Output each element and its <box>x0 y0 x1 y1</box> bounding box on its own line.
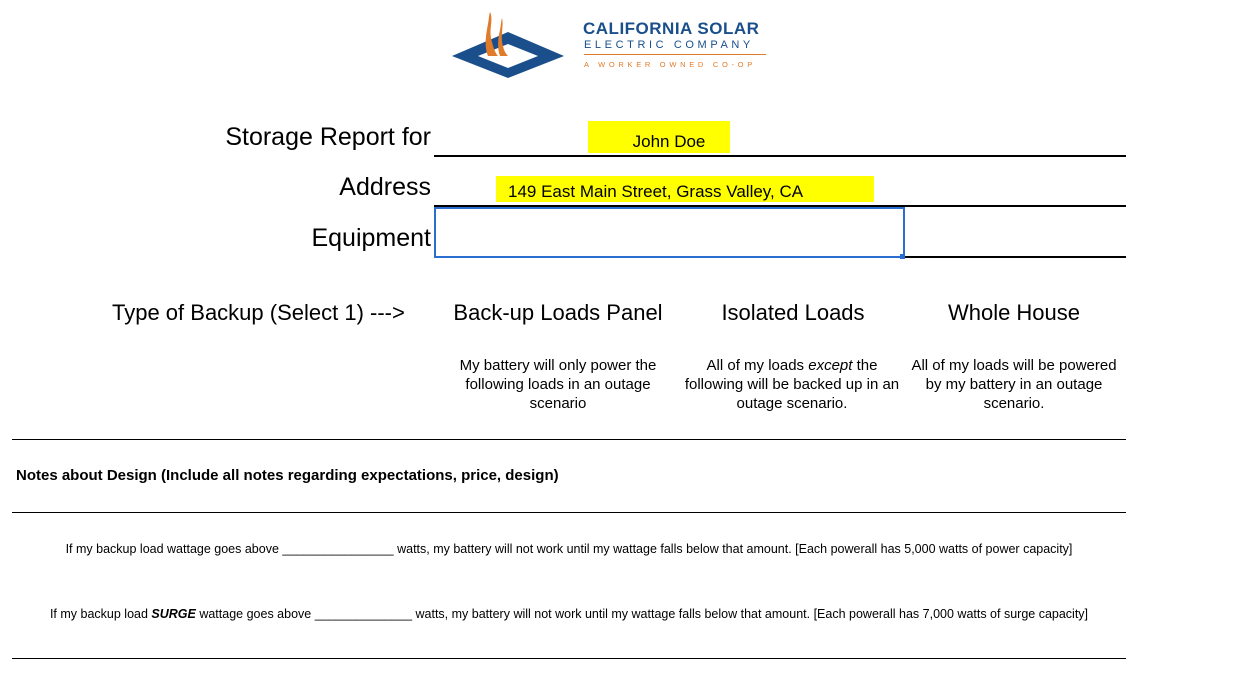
equipment-input-cell[interactable] <box>434 207 905 258</box>
equipment-line <box>905 256 1126 258</box>
option-backup-loads-panel[interactable]: Back-up Loads Panel <box>434 300 682 326</box>
address-value[interactable]: 149 East Main Street, Grass Valley, CA <box>508 182 803 202</box>
logo-tagline: A WORKER OWNED CO-OP <box>584 60 756 69</box>
logo-divider <box>584 54 766 55</box>
whole-house-description: All of my loads will be powered by my ba… <box>911 357 1117 412</box>
solar-flame-logo-icon <box>452 12 564 78</box>
section-divider <box>12 439 1126 440</box>
option-whole-house[interactable]: Whole House <box>910 300 1118 326</box>
storage-report-line <box>434 155 1126 157</box>
bottom-divider <box>12 658 1126 659</box>
equipment-label: Equipment <box>311 224 431 252</box>
logo-name: CALIFORNIA SOLAR <box>583 19 760 38</box>
backup-loads-panel-description: My battery will only power the following… <box>459 357 657 412</box>
storage-report-value[interactable]: John Doe <box>588 132 750 152</box>
isolated-loads-description: All of my loads except the following wil… <box>684 357 900 412</box>
option-isolated-loads[interactable]: Isolated Loads <box>692 300 894 326</box>
wattage-clause: If my backup load wattage goes above ___… <box>65 542 1073 556</box>
company-logo: CALIFORNIA SOLAR ELECTRIC COMPANY A WORK… <box>452 10 772 80</box>
address-label: Address <box>339 173 431 201</box>
surge-wattage-clause: If my backup load SURGE wattage goes abo… <box>49 607 1089 621</box>
notes-heading: Notes about Design (Include all notes re… <box>16 467 559 484</box>
notes-divider <box>12 512 1126 513</box>
backup-type-label: Type of Backup (Select 1) ---> <box>112 300 405 325</box>
storage-report-label: Storage Report for <box>225 123 431 151</box>
logo-subtitle: ELECTRIC COMPANY <box>584 39 754 51</box>
